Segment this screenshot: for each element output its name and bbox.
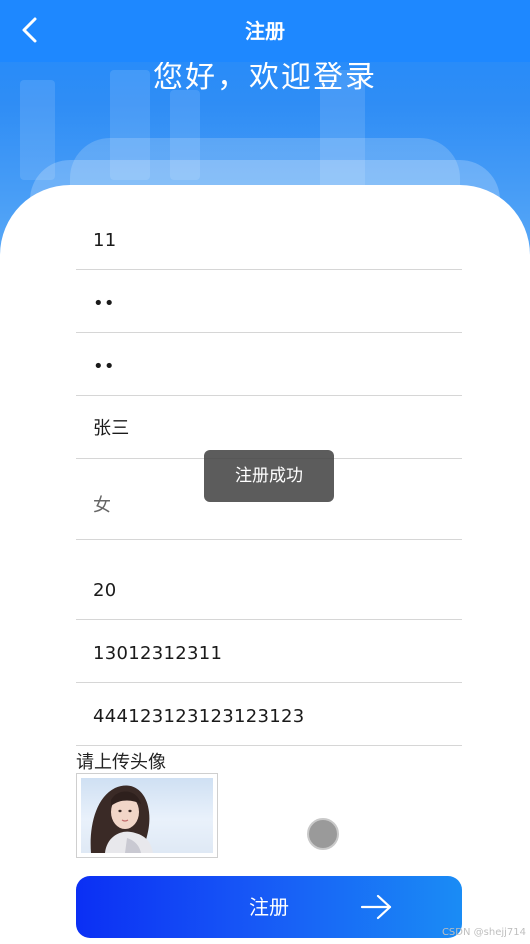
account-value: 11 <box>93 230 117 251</box>
register-button-label: 注册 <box>249 895 289 919</box>
age-value: 20 <box>93 580 117 601</box>
id-number-field[interactable]: 444123123123123123 <box>76 683 462 746</box>
age-field[interactable]: 20 <box>76 540 462 620</box>
page-title: 注册 <box>245 19 285 43</box>
confirm-password-value: •• <box>93 356 115 377</box>
toast-message: 注册成功 <box>204 450 334 502</box>
id-number-value: 444123123123123123 <box>93 706 305 727</box>
account-field[interactable]: 11 <box>76 208 462 270</box>
avatar-upload[interactable] <box>76 773 218 858</box>
register-screen: 注册 您好，欢迎登录 11 •• •• 张三 女 20 13012312311 … <box>0 0 530 944</box>
confirm-password-field[interactable]: •• <box>76 333 462 396</box>
gender-value: 女 <box>93 495 112 516</box>
phone-field[interactable]: 13012312311 <box>76 620 462 683</box>
watermark: CSDN @shejj714 <box>441 927 526 938</box>
avatar-image <box>81 778 213 853</box>
navbar: 注册 <box>0 0 530 62</box>
floating-dot[interactable] <box>307 818 339 850</box>
register-button[interactable]: 注册 <box>76 876 462 938</box>
phone-value: 13012312311 <box>93 643 223 664</box>
avatar-portrait <box>90 785 153 853</box>
avatar-upload-label: 请上传头像 <box>76 752 166 773</box>
password-value: •• <box>93 293 115 314</box>
arrow-right-icon <box>360 894 392 920</box>
password-field[interactable]: •• <box>76 270 462 333</box>
real-name-value: 张三 <box>93 418 130 439</box>
